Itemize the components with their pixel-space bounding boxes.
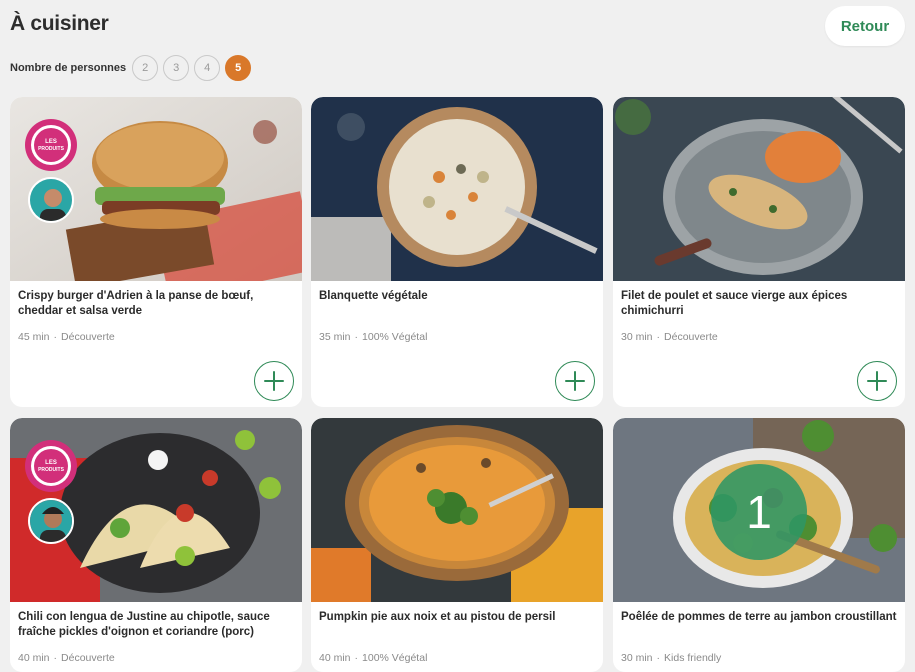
recipe-meta: 35 min · 100% Végétal [319, 331, 427, 343]
add-recipe-button[interactable] [555, 361, 595, 401]
recipe-category: 100% Végétal [362, 652, 428, 664]
recipe-photo: 1 [613, 418, 905, 602]
recipe-category: Découverte [61, 331, 115, 343]
recipe-time: 40 min [18, 652, 50, 664]
recipe-title: Poêlée de pommes de terre au jambon crou… [621, 611, 897, 623]
recipe-card[interactable]: LES PRODUITS Crispy burger d'Adrien à la… [10, 97, 302, 407]
plus-icon [565, 371, 585, 391]
svg-text:PRODUITS: PRODUITS [38, 467, 65, 473]
recipe-time: 40 min [319, 652, 351, 664]
recipe-grid: LES PRODUITS Crispy burger d'Adrien à la… [10, 97, 905, 672]
separator-dot: · [656, 652, 661, 664]
recipe-category: Découverte [61, 652, 115, 664]
recipe-meta: 45 min · Découverte [18, 331, 115, 343]
separator-dot: · [53, 652, 58, 664]
recipe-card[interactable]: 1 Poêlée de pommes de terre au jambon cr… [613, 418, 905, 672]
page-header: À cuisiner Retour [10, 6, 905, 50]
chef-avatar [28, 177, 74, 223]
recipe-card[interactable]: Blanquette végétale 35 min · 100% Végétal [311, 97, 603, 407]
plus-icon [867, 371, 887, 391]
recipe-time: 30 min [621, 652, 653, 664]
recipe-title: Pumpkin pie aux noix et au pistou de per… [319, 611, 556, 623]
recipe-meta: 30 min · Kids friendly [621, 652, 721, 664]
svg-text:LES: LES [45, 460, 57, 466]
recipe-time: 45 min [18, 331, 50, 343]
recipe-meta: 40 min · 100% Végétal [319, 652, 427, 664]
recipe-card[interactable]: Filet de poulet et sauce vierge aux épic… [613, 97, 905, 407]
recipe-title: Filet de poulet et sauce vierge aux épic… [621, 290, 848, 317]
recipe-time: 30 min [621, 331, 653, 343]
page-title: À cuisiner [10, 12, 109, 35]
chef-avatar [28, 498, 74, 544]
back-button[interactable]: Retour [825, 6, 905, 46]
recipe-title: Chili con lengua de Justine au chipotle,… [18, 611, 270, 638]
persons-option-4[interactable]: 4 [194, 55, 221, 81]
separator-dot: · [354, 331, 359, 343]
separator-dot: · [354, 652, 359, 664]
persons-selector: Nombre de personnes 2 3 4 5 [10, 55, 256, 81]
plus-icon [264, 371, 284, 391]
recipe-category: Kids friendly [664, 652, 722, 664]
recipe-category: 100% Végétal [362, 331, 428, 343]
persons-option-2[interactable]: 2 [132, 55, 159, 81]
recipe-meta: 40 min · Découverte [18, 652, 115, 664]
separator-dot: · [53, 331, 58, 343]
cooked-count-badge: 1 [711, 464, 807, 560]
recipe-photo [311, 418, 603, 602]
recipe-photo: LES PRODUITS [10, 97, 302, 281]
recipe-card[interactable]: Pumpkin pie aux noix et au pistou de per… [311, 418, 603, 672]
persons-option-3[interactable]: 3 [163, 55, 190, 81]
partner-badge-icon: LES PRODUITS [25, 440, 77, 492]
add-recipe-button[interactable] [254, 361, 294, 401]
add-recipe-button[interactable] [857, 361, 897, 401]
recipe-photo [613, 97, 905, 281]
persons-label: Nombre de personnes [10, 62, 127, 74]
recipe-time: 35 min [319, 331, 351, 343]
recipe-photo: LES PRODUITS [10, 418, 302, 602]
recipe-card[interactable]: LES PRODUITS Chili con lengua de Justine… [10, 418, 302, 672]
recipe-meta: 30 min · Découverte [621, 331, 718, 343]
svg-text:LES: LES [45, 139, 57, 145]
recipe-photo [311, 97, 603, 281]
persons-option-5[interactable]: 5 [225, 55, 252, 81]
recipe-category: Découverte [664, 331, 718, 343]
svg-text:PRODUITS: PRODUITS [38, 146, 65, 152]
separator-dot: · [656, 331, 661, 343]
partner-badge-icon: LES PRODUITS [25, 119, 77, 171]
recipe-title: Crispy burger d'Adrien à la panse de bœu… [18, 290, 254, 317]
recipe-title: Blanquette végétale [319, 290, 428, 302]
